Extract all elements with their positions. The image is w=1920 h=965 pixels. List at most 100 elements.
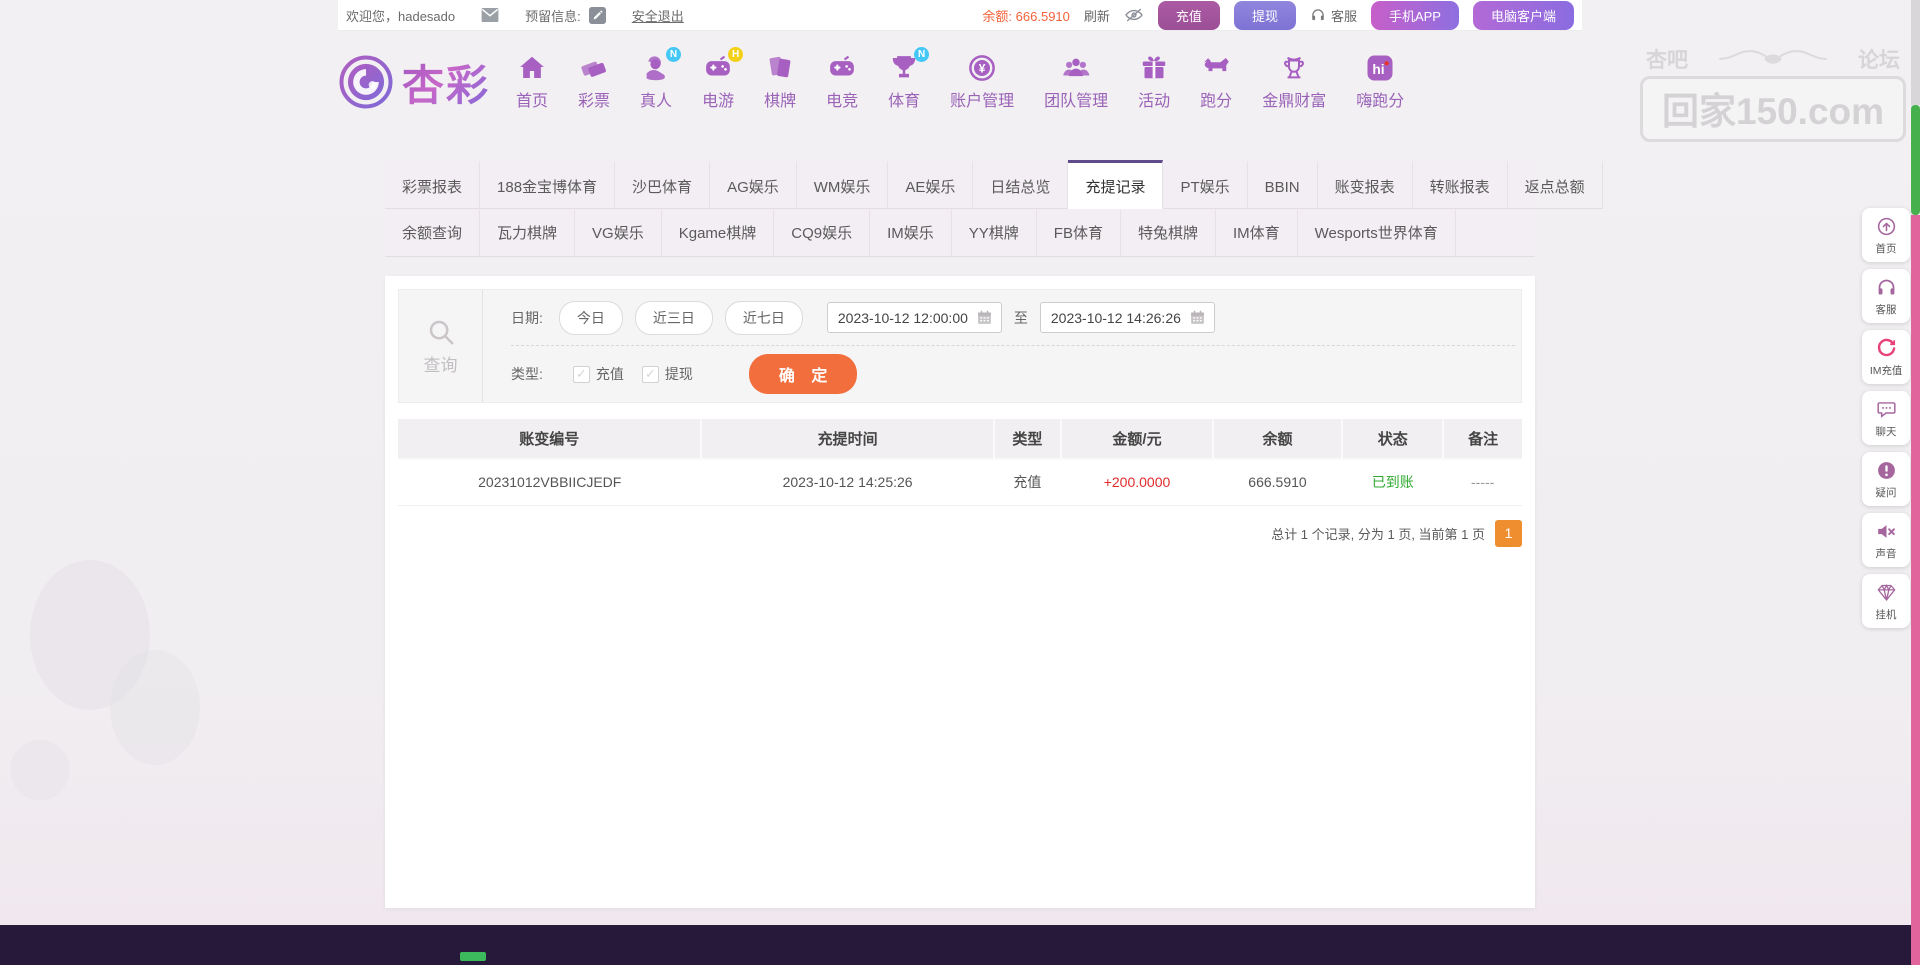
svg-text:¥: ¥ (979, 62, 986, 76)
quick-date-button-近七日[interactable]: 近七日 (725, 301, 803, 335)
tab-AE娱乐[interactable]: AE娱乐 (888, 160, 973, 209)
sidebar-item-IM充值[interactable]: IM充值 (1862, 330, 1910, 384)
calendar-icon[interactable] (976, 309, 993, 326)
sidebar-item-聊天[interactable]: 聊天 (1862, 391, 1910, 445)
person-icon: N (641, 53, 671, 83)
sidebar-item-疑问[interactable]: 疑问 (1862, 452, 1910, 506)
sidebar-item-首页[interactable]: 首页 (1862, 208, 1910, 262)
quick-date-button-近三日[interactable]: 近三日 (635, 301, 713, 335)
sidebar-item-挂机[interactable]: 挂机 (1862, 574, 1910, 628)
tab-BBIN[interactable]: BBIN (1248, 160, 1318, 209)
checkbox-label: 提现 (665, 364, 693, 384)
checkbox-icon[interactable]: ✓ (642, 366, 659, 383)
arrowup-icon (1876, 216, 1897, 237)
nav-item-体育[interactable]: N 体育 (888, 53, 920, 111)
date-from-input[interactable]: 2023-10-12 12:00:00 (827, 302, 1002, 333)
nav-item-棋牌[interactable]: 棋牌 (764, 53, 796, 111)
nav-item-label: 电游 (702, 87, 734, 111)
cell-type: 充值 (994, 459, 1061, 505)
nav-item-跑分[interactable]: 跑分 (1200, 53, 1232, 111)
sidebar-item-声音[interactable]: 声音 (1862, 513, 1910, 567)
tab-账变报表[interactable]: 账变报表 (1318, 160, 1413, 209)
tab-AG娱乐[interactable]: AG娱乐 (710, 160, 797, 209)
nav-item-金鼎财富[interactable]: 金鼎财富 (1262, 53, 1326, 111)
nav-item-真人[interactable]: N真人 (640, 53, 672, 111)
flourish-icon (1692, 44, 1854, 74)
date-filter-row: 日期: 今日近三日近七日 2023-10-12 12:00:00 至 2023-… (511, 290, 1515, 346)
tab-充提记录[interactable]: 充提记录 (1068, 160, 1163, 209)
tab-余额查询[interactable]: 余额查询 (385, 209, 480, 257)
logout-link[interactable]: 安全退出 (632, 6, 684, 25)
top-bar: 欢迎您，hadesado 预留信息: 安全退出 余额: 666.5910 刷新 … (338, 0, 1582, 31)
sidebar-item-label: 客服 (1876, 301, 1897, 316)
submit-button[interactable]: 确 定 (749, 354, 857, 394)
tab-PT娱乐[interactable]: PT娱乐 (1163, 160, 1247, 209)
bg-balloon-decor (10, 740, 70, 800)
quick-date-button-今日[interactable]: 今日 (559, 301, 623, 335)
pc-client-button[interactable]: 电脑客户端 (1473, 1, 1574, 30)
tab-返点总额[interactable]: 返点总额 (1508, 160, 1603, 209)
sidebar-item-label: 聊天 (1876, 423, 1897, 438)
tab-特兔棋牌[interactable]: 特兔棋牌 (1121, 209, 1216, 257)
mail-icon[interactable] (481, 8, 499, 22)
tab-转账报表[interactable]: 转账报表 (1413, 160, 1508, 209)
rhino-icon (1201, 53, 1231, 83)
nav-item-label: 体育 (888, 87, 920, 111)
forum-watermark: 杏吧 论坛 回家150.com (1640, 44, 1906, 142)
nav-item-团队管理[interactable]: 团队管理 (1044, 53, 1108, 111)
nav-item-嗨跑分[interactable]: hi嗨跑分 (1356, 53, 1404, 111)
nav-item-电游[interactable]: H 电游 (702, 53, 734, 111)
tab-FB体育[interactable]: FB体育 (1037, 209, 1121, 257)
site-logo[interactable]: 杏彩 (338, 52, 490, 113)
checkbox-icon[interactable]: ✓ (573, 366, 590, 383)
eye-off-icon[interactable] (1124, 7, 1144, 23)
cards-icon (765, 53, 795, 83)
tab-WM娱乐[interactable]: WM娱乐 (797, 160, 889, 209)
type-checkbox-充值[interactable]: ✓充值 (573, 364, 624, 384)
tab-Kgame棋牌[interactable]: Kgame棋牌 (662, 209, 775, 257)
tab-日结总览[interactable]: 日结总览 (973, 160, 1068, 209)
cell-amount: +200.0000 (1061, 459, 1213, 505)
tab-188金宝博体育[interactable]: 188金宝博体育 (480, 160, 615, 209)
deposit-button[interactable]: 充值 (1158, 1, 1220, 30)
mobile-app-button[interactable]: 手机APP (1371, 1, 1459, 30)
refresh-link[interactable]: 刷新 (1084, 6, 1110, 25)
sidebar-item-客服[interactable]: 客服 (1862, 269, 1910, 323)
nav-item-label: 彩票 (578, 87, 610, 111)
calendar-icon[interactable] (1189, 309, 1206, 326)
tab-IM娱乐[interactable]: IM娱乐 (870, 209, 952, 257)
column-header-账变编号: 账变编号 (398, 419, 701, 459)
tab-YY棋牌[interactable]: YY棋牌 (952, 209, 1037, 257)
tab-VG娱乐[interactable]: VG娱乐 (575, 209, 662, 257)
cell-status: 已到账 (1342, 459, 1443, 505)
tab-瓦力棋牌[interactable]: 瓦力棋牌 (480, 209, 575, 257)
main-nav: 首页 彩票 N真人 H 电游 棋牌电竞 N 体育 ¥账户管理团队管理活动跑分金鼎财富 hi嗨跑分 (516, 53, 1404, 111)
nav-item-账户管理[interactable]: ¥账户管理 (950, 53, 1014, 111)
page-1-button[interactable]: 1 (1495, 520, 1522, 547)
nav-badge: H (728, 47, 743, 62)
nav-item-活动[interactable]: 活动 (1138, 53, 1170, 111)
scrollbar-track[interactable] (1911, 0, 1920, 965)
type-checkbox-提现[interactable]: ✓ 提现 (642, 364, 693, 384)
nav-item-首页[interactable]: 首页 (516, 53, 548, 111)
tab-Wesports世界体育[interactable]: Wesports世界体育 (1298, 209, 1456, 257)
nav-item-电竞[interactable]: 电竞 (826, 53, 858, 111)
mute-icon (1876, 521, 1897, 542)
tab-沙巴体育[interactable]: 沙巴体育 (615, 160, 710, 209)
column-header-余额: 余额 (1213, 419, 1342, 459)
tab-彩票报表[interactable]: 彩票报表 (385, 160, 480, 209)
nav-item-label: 首页 (516, 87, 548, 111)
tab-CQ9娱乐[interactable]: CQ9娱乐 (774, 209, 870, 257)
nav-item-彩票[interactable]: 彩票 (578, 53, 610, 111)
edit-pencil-icon[interactable] (589, 7, 606, 24)
scrollbar-thumb[interactable] (1911, 105, 1920, 215)
date-to-input[interactable]: 2023-10-12 14:26:26 (1040, 302, 1215, 333)
customer-service-link[interactable]: 客服 (1310, 6, 1357, 25)
withdraw-button[interactable]: 提现 (1234, 1, 1296, 30)
tickets-icon (579, 53, 609, 83)
tab-IM体育[interactable]: IM体育 (1216, 209, 1298, 257)
gamepad-icon: H (703, 53, 733, 83)
cell-balance: 666.5910 (1213, 459, 1342, 505)
trophy-icon: N (889, 53, 919, 83)
column-header-类型: 类型 (994, 419, 1061, 459)
